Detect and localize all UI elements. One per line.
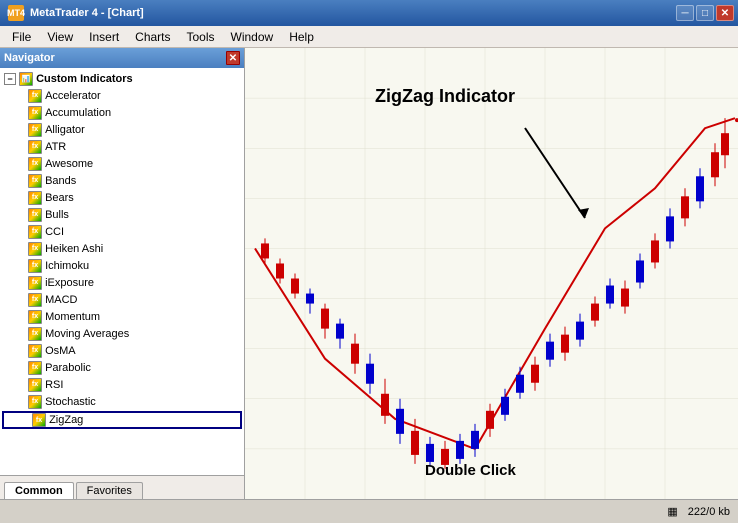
indicator-icon: fx <box>28 327 42 341</box>
tree-item-stochastic[interactable]: fx Stochastic <box>0 393 244 410</box>
memory-status: 222/0 kb <box>688 506 730 518</box>
app-title: MetaTrader 4 - [Chart] <box>30 7 144 19</box>
chart-svg <box>245 48 738 499</box>
close-button[interactable]: ✕ <box>716 5 734 21</box>
indicator-icon: fx <box>28 89 42 103</box>
tab-favorites[interactable]: Favorites <box>76 482 143 499</box>
indicator-icon: fx <box>28 293 42 307</box>
tree-item-bands[interactable]: fx Bands <box>0 172 244 189</box>
navigator-tree[interactable]: − 📊 Custom Indicators fx Accelerator fx … <box>0 68 244 475</box>
tab-common[interactable]: Common <box>4 482 74 499</box>
tree-item-atr[interactable]: fx ATR <box>0 138 244 155</box>
maximize-button[interactable]: □ <box>696 5 714 21</box>
tree-item-zigzag[interactable]: fx ZigZag <box>2 411 242 429</box>
navigator-panel: Navigator ✕ − 📊 Custom Indicators fx Acc… <box>0 48 245 499</box>
tree-root-custom-indicators[interactable]: − 📊 Custom Indicators <box>0 70 244 87</box>
tree-item-parabolic[interactable]: fx Parabolic <box>0 359 244 376</box>
tree-item-momentum[interactable]: fx Momentum <box>0 308 244 325</box>
indicator-icon: fx <box>28 344 42 358</box>
indicator-icon: fx <box>28 259 42 273</box>
menu-charts[interactable]: Charts <box>127 28 178 46</box>
tree-item-alligator[interactable]: fx Alligator <box>0 121 244 138</box>
tree-item-accelerator[interactable]: fx Accelerator <box>0 87 244 104</box>
indicator-icon: fx <box>28 242 42 256</box>
menu-bar: File View Insert Charts Tools Window Hel… <box>0 26 738 48</box>
app-icon: MT4 <box>8 5 24 21</box>
status-bar: ▦ 222/0 kb <box>0 499 738 523</box>
expand-icon[interactable]: − <box>4 73 16 85</box>
tree-item-macd[interactable]: fx MACD <box>0 291 244 308</box>
menu-view[interactable]: View <box>39 28 81 46</box>
indicator-icon: fx <box>28 361 42 375</box>
indicator-icon: fx <box>28 106 42 120</box>
root-label: Custom Indicators <box>36 73 133 85</box>
navigator-header: Navigator ✕ <box>0 48 244 68</box>
indicator-icon: fx <box>28 174 42 188</box>
tree-item-heiken-ashi[interactable]: fx Heiken Ashi <box>0 240 244 257</box>
title-bar-title: MT4 MetaTrader 4 - [Chart] <box>8 5 144 21</box>
navigator-tabs: Common Favorites <box>0 475 244 499</box>
menu-file[interactable]: File <box>4 28 39 46</box>
title-bar-controls: ─ □ ✕ <box>676 5 734 21</box>
menu-help[interactable]: Help <box>281 28 322 46</box>
indicator-icon: fx <box>28 157 42 171</box>
indicator-icon: fx <box>28 140 42 154</box>
main-layout: Navigator ✕ − 📊 Custom Indicators fx Acc… <box>0 48 738 499</box>
minimize-button[interactable]: ─ <box>676 5 694 21</box>
tree-item-ichimoku[interactable]: fx Ichimoku <box>0 257 244 274</box>
menu-insert[interactable]: Insert <box>81 28 127 46</box>
grid-icon: ▦ <box>667 505 677 518</box>
tree-item-rsi[interactable]: fx RSI <box>0 376 244 393</box>
title-bar: MT4 MetaTrader 4 - [Chart] ─ □ ✕ <box>0 0 738 26</box>
indicator-icon: fx <box>28 191 42 205</box>
indicator-icon: fx <box>32 413 46 427</box>
indicator-icon: fx <box>28 378 42 392</box>
menu-window[interactable]: Window <box>223 28 282 46</box>
navigator-close-button[interactable]: ✕ <box>226 51 240 65</box>
indicator-icon: fx <box>28 225 42 239</box>
folder-icon: 📊 <box>19 72 33 86</box>
tree-item-bulls[interactable]: fx Bulls <box>0 206 244 223</box>
tree-item-cci[interactable]: fx CCI <box>0 223 244 240</box>
indicator-icon: fx <box>28 123 42 137</box>
indicator-icon: fx <box>28 395 42 409</box>
tree-item-moving-averages[interactable]: fx Moving Averages <box>0 325 244 342</box>
indicator-icon: fx <box>28 208 42 222</box>
menu-tools[interactable]: Tools <box>179 28 223 46</box>
tree-item-bears[interactable]: fx Bears <box>0 189 244 206</box>
navigator-title: Navigator <box>4 52 55 64</box>
tree-item-osma[interactable]: fx OsMA <box>0 342 244 359</box>
tree-item-iexposure[interactable]: fx iExposure <box>0 274 244 291</box>
indicator-icon: fx <box>28 310 42 324</box>
indicator-icon: fx <box>28 276 42 290</box>
tree-item-accumulation[interactable]: fx Accumulation <box>0 104 244 121</box>
tree-item-awesome[interactable]: fx Awesome <box>0 155 244 172</box>
chart-area[interactable]: ZigZag Indicator Double Click <box>245 48 738 499</box>
